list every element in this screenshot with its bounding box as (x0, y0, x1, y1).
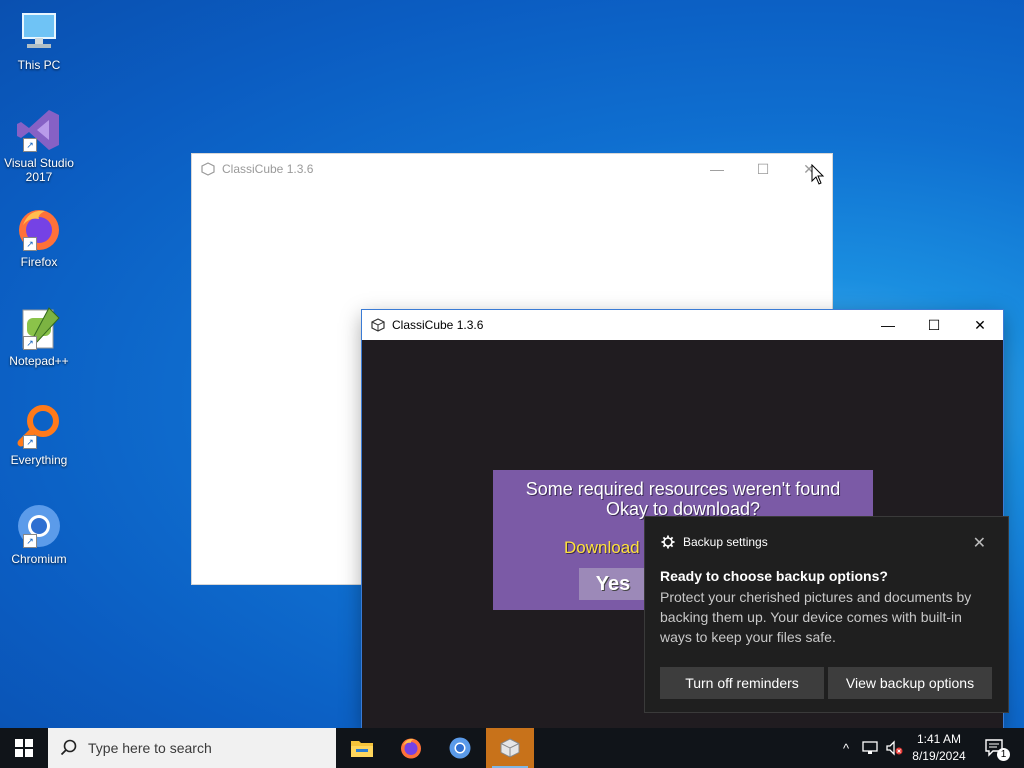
download-size-text: Download s (564, 538, 653, 557)
show-hidden-icons-button[interactable]: ^ (836, 728, 856, 768)
windows-logo-icon (15, 739, 33, 757)
view-backup-options-button[interactable]: View backup options (828, 667, 992, 699)
clock-time: 1:41 AM (916, 732, 962, 746)
desktop-icon-visual-studio[interactable]: ↗ Visual Studio 2017 (4, 106, 74, 184)
shortcut-arrow-icon: ↗ (23, 336, 37, 350)
shortcut-arrow-icon: ↗ (23, 435, 37, 449)
mouse-cursor-icon (811, 164, 825, 185)
shortcut-arrow-icon: ↗ (23, 237, 37, 251)
taskbar-chromium[interactable] (436, 728, 484, 768)
firefox-icon (401, 738, 421, 759)
classicube-app-icon (201, 162, 215, 176)
yes-button[interactable]: Yes (579, 568, 647, 600)
classicube-icon (500, 738, 520, 758)
desktop-icon-firefox[interactable]: ↗ Firefox (4, 205, 74, 269)
everything-search-icon: ↗ (15, 403, 63, 451)
close-button[interactable]: ✕ (786, 154, 832, 184)
chromium-icon: ↗ (15, 502, 63, 550)
desktop-icon-everything[interactable]: ↗ Everything (4, 403, 74, 467)
minimize-button[interactable]: — (865, 310, 911, 340)
classicube-app-icon (371, 318, 385, 332)
desktop-icon-notepad-plus-plus[interactable]: ↗ Notepad++ (4, 304, 74, 368)
visual-studio-icon: ↗ (15, 106, 63, 154)
notification-app-name: Backup settings (683, 535, 768, 549)
desktop-icon-label: Notepad++ (9, 354, 69, 368)
notification-heading: Ready to choose backup options? (660, 568, 888, 584)
turn-off-reminders-button[interactable]: Turn off reminders (660, 667, 824, 699)
start-button[interactable] (0, 728, 48, 768)
volume-muted-icon[interactable] (882, 728, 906, 768)
desktop-icon-chromium[interactable]: ↗ Chromium (4, 502, 74, 566)
firefox-icon: ↗ (15, 205, 63, 253)
search-icon (60, 739, 77, 756)
close-button[interactable]: ✕ (957, 310, 1003, 340)
taskbar: Type here to search ^ 1:41 AM 8/19/2024 … (0, 728, 1024, 768)
action-center-button[interactable]: 1 (978, 728, 1012, 768)
system-clock[interactable]: 1:41 AM 8/19/2024 (906, 731, 972, 765)
taskbar-search-box[interactable]: Type here to search (48, 728, 336, 768)
backup-settings-notification[interactable]: Backup settings ✕ Ready to choose backup… (645, 517, 1008, 712)
notification-body: Protect your cherished pictures and docu… (660, 589, 972, 645)
file-explorer-icon (351, 741, 373, 757)
notification-header: Backup settings (661, 535, 768, 549)
desktop-icon-this-pc[interactable]: This PC (4, 8, 74, 72)
maximize-button[interactable]: ☐ (911, 310, 957, 340)
desktop-icon-label: Chromium (11, 552, 67, 566)
taskbar-file-explorer[interactable] (338, 728, 386, 768)
network-icon[interactable] (858, 728, 882, 768)
notification-count-badge: 1 (997, 748, 1010, 761)
taskbar-classicube[interactable] (486, 728, 534, 768)
notification-close-button[interactable]: ✕ (973, 533, 986, 553)
taskbar-firefox[interactable] (387, 728, 435, 768)
notepad-plus-plus-icon: ↗ (15, 304, 63, 352)
desktop-icon-label: Everything (10, 453, 68, 467)
dialog-message-line1: Some required resources weren't found (525, 479, 841, 499)
desktop-icon-label-line2: 2017 (25, 170, 53, 184)
title-bar[interactable]: ClassiCube 1.3.6 — ☐ ✕ (362, 310, 1003, 340)
window-title: ClassiCube 1.3.6 (392, 318, 484, 332)
gear-icon (661, 535, 675, 549)
desktop-icon-label: This PC (17, 58, 61, 72)
maximize-button[interactable]: ☐ (740, 154, 786, 184)
shortcut-arrow-icon: ↗ (23, 534, 37, 548)
chromium-icon (449, 737, 471, 759)
title-bar[interactable]: ClassiCube 1.3.6 — ☐ ✕ (192, 154, 832, 184)
this-pc-icon (15, 8, 63, 56)
minimize-button[interactable]: — (694, 154, 740, 184)
search-placeholder: Type here to search (88, 740, 212, 756)
window-title: ClassiCube 1.3.6 (222, 162, 314, 176)
clock-date: 8/19/2024 (912, 749, 966, 763)
shortcut-arrow-icon: ↗ (23, 138, 37, 152)
desktop-icon-label: Visual Studio (4, 156, 74, 170)
desktop-icon-label: Firefox (20, 255, 58, 269)
